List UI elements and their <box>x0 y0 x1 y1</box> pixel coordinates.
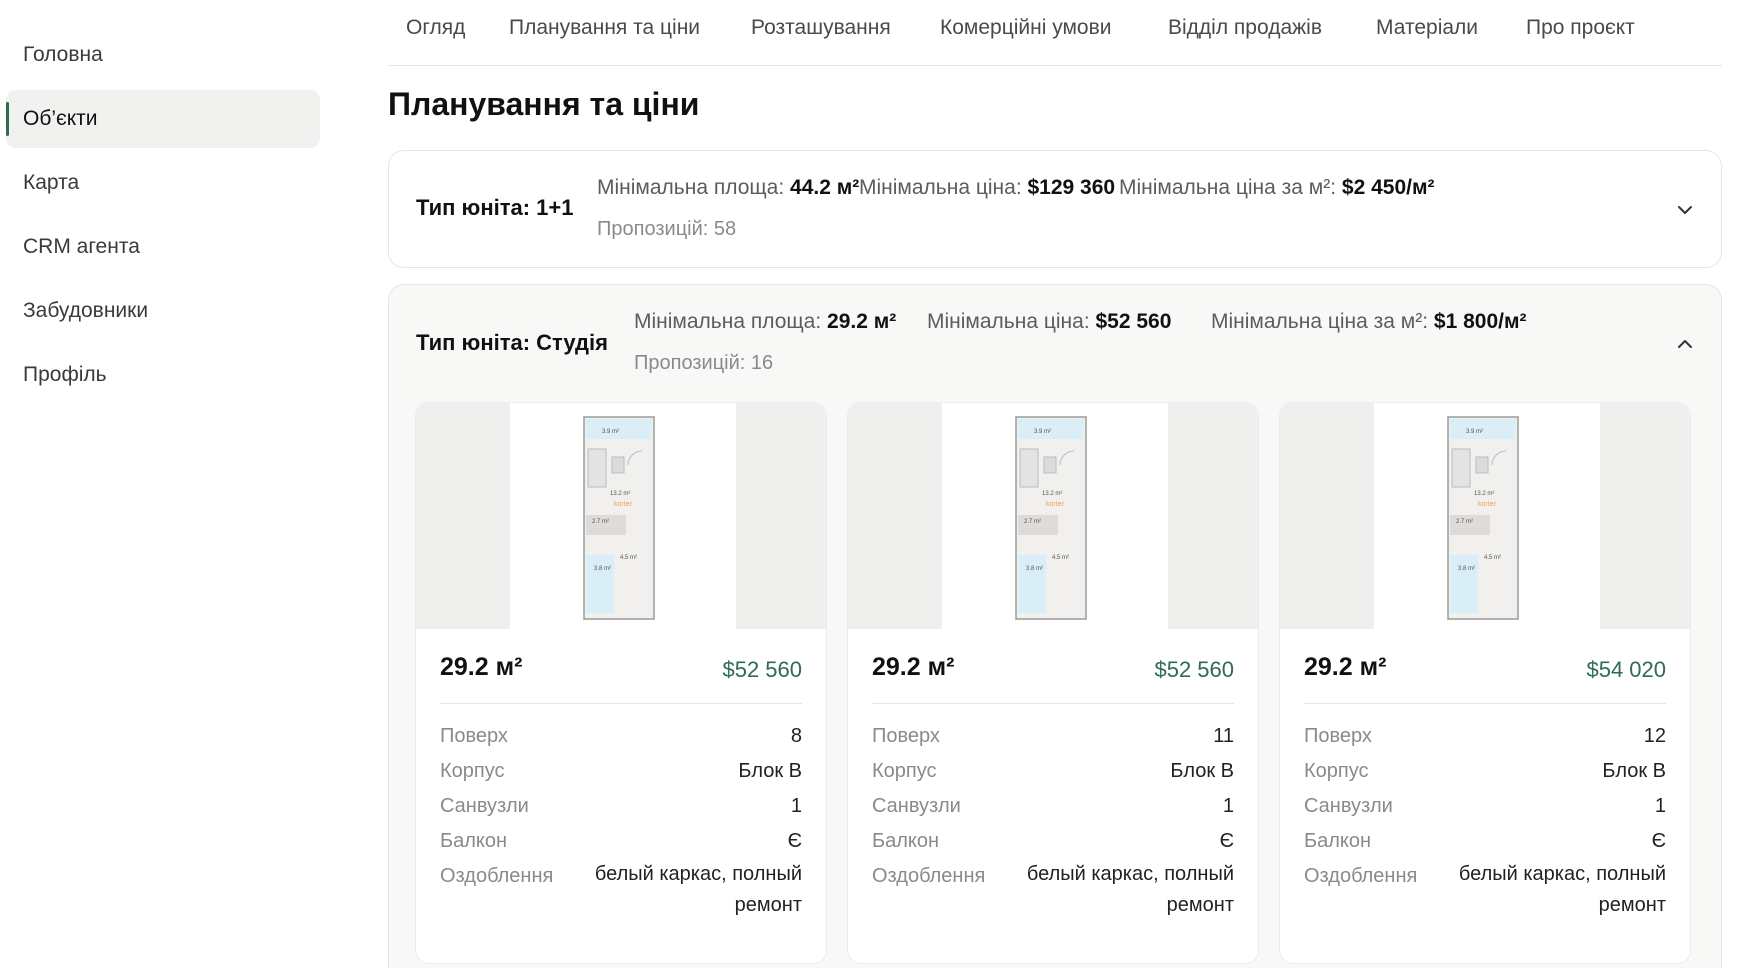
svg-text:4.5 m²: 4.5 m² <box>1484 555 1501 561</box>
svg-text:4.5 m²: 4.5 m² <box>1052 555 1069 561</box>
svg-text:3.9 m²: 3.9 m² <box>1466 429 1483 435</box>
divider <box>1304 703 1666 704</box>
floor-plan-drawing: 3.9 m² 13.2 m² korter 2.7 m² 3.8 m² 4.5 … <box>1447 416 1519 620</box>
tab-commercial-terms[interactable]: Комерційні умови <box>940 16 1112 40</box>
svg-text:korter: korter <box>614 501 633 508</box>
floor-plan-drawing: 3.9 m² 13.2 m² korter 2.7 m² 3.8 m² 4.5 … <box>583 416 655 620</box>
unit-price: $54 020 <box>1586 657 1666 682</box>
floor-plan-drawing: 3.9 m² 13.2 m² korter 2.7 m² 3.8 m² 4.5 … <box>1015 416 1087 620</box>
sidebar-item-label: Карта <box>23 171 80 194</box>
page-title: Планування та ціни <box>388 86 700 122</box>
sidebar-item-profile[interactable]: Профіль <box>6 346 320 404</box>
sidebar-item-label: Об’єкти <box>23 107 98 130</box>
unit-area: 29.2 м² <box>1304 653 1387 681</box>
unit-area: 29.2 м² <box>440 653 523 681</box>
chevron-down-icon[interactable] <box>1677 202 1693 218</box>
min-price: Мінімальна ціна: $52 560 <box>927 310 1172 333</box>
sidebar-item-label: CRM агента <box>23 235 140 258</box>
min-price: Мінімальна ціна: $129 360 <box>859 176 1116 199</box>
divider <box>872 703 1234 704</box>
svg-text:13.2 m²: 13.2 m² <box>1042 491 1062 497</box>
svg-text:13.2 m²: 13.2 m² <box>610 491 630 497</box>
sidebar-item-label: Головна <box>23 43 103 66</box>
unit-card[interactable]: 3.9 m² 13.2 m² korter 2.7 m² 3.8 m² 4.5 … <box>847 402 1259 964</box>
floor-plan-image: 3.9 m² 13.2 m² korter 2.7 m² 3.8 m² 4.5 … <box>1280 403 1690 629</box>
unit-card[interactable]: 3.9 m² 13.2 m² korter 2.7 m² 3.8 m² 4.5 … <box>1279 402 1691 964</box>
sidebar-item-label: Забудовники <box>23 299 149 322</box>
unit-area: 29.2 м² <box>872 653 955 681</box>
unit-type-accordion[interactable]: Тип юніта: 1+1 Мінімальна площа: 44.2 м²… <box>388 150 1722 268</box>
svg-text:4.5 m²: 4.5 m² <box>620 555 637 561</box>
svg-text:3.8 m²: 3.8 m² <box>1026 566 1043 572</box>
sidebar-item-developers[interactable]: Забудовники <box>6 282 320 340</box>
svg-text:korter: korter <box>1478 501 1497 508</box>
tab-about-project[interactable]: Про проєкт <box>1526 16 1635 40</box>
sidebar: Головна Об’єкти Карта CRM агента Забудов… <box>0 0 330 968</box>
divider <box>440 703 802 704</box>
sidebar-item-label: Профіль <box>23 363 107 386</box>
svg-text:2.7 m²: 2.7 m² <box>1456 519 1473 525</box>
min-price-per-m2: Мінімальна ціна за м²: $1 800/м² <box>1211 310 1527 333</box>
sidebar-item-map[interactable]: Карта <box>6 154 320 212</box>
svg-text:2.7 m²: 2.7 m² <box>1024 519 1041 525</box>
unit-card[interactable]: 3.9 m² 13.2 m² korter 2.7 m² 3.8 m² 4.5 … <box>415 402 827 964</box>
unit-type-title: Тип юніта: Студія <box>416 330 608 355</box>
svg-text:2.7 m²: 2.7 m² <box>592 519 609 525</box>
tab-materials[interactable]: Матеріали <box>1376 16 1478 40</box>
svg-text:13.2 m²: 13.2 m² <box>1474 491 1494 497</box>
unit-price: $52 560 <box>722 657 802 682</box>
svg-text:3.9 m²: 3.9 m² <box>1034 429 1051 435</box>
floor-plan-image: 3.9 m² 13.2 m² korter 2.7 m² 3.8 m² 4.5 … <box>416 403 826 629</box>
tab-plans-prices[interactable]: Планування та ціни <box>509 16 700 40</box>
section-tabs: Огляд Планування та ціни Розташування Ко… <box>388 0 1722 66</box>
min-area: Мінімальна площа: 44.2 м² <box>597 176 860 199</box>
chevron-up-icon[interactable] <box>1677 336 1693 352</box>
min-price-per-m2: Мінімальна ціна за м²: $2 450/м² <box>1119 176 1435 199</box>
sidebar-item-objects[interactable]: Об’єкти <box>6 90 320 148</box>
offers-count: Пропозицій: 16 <box>634 352 774 374</box>
svg-text:3.9 m²: 3.9 m² <box>602 429 619 435</box>
unit-price: $52 560 <box>1154 657 1234 682</box>
svg-text:3.8 m²: 3.8 m² <box>594 566 611 572</box>
offers-count: Пропозицій: 58 <box>597 218 737 240</box>
sidebar-item-home[interactable]: Головна <box>6 26 320 84</box>
svg-text:3.8 m²: 3.8 m² <box>1458 566 1475 572</box>
tab-sales-department[interactable]: Відділ продажів <box>1168 16 1322 40</box>
floor-plan-image: 3.9 m² 13.2 m² korter 2.7 m² 3.8 m² 4.5 … <box>848 403 1258 629</box>
sidebar-item-crm[interactable]: CRM агента <box>6 218 320 276</box>
svg-text:korter: korter <box>1046 501 1065 508</box>
tab-overview[interactable]: Огляд <box>406 16 465 40</box>
unit-type-title: Тип юніта: 1+1 <box>416 195 574 220</box>
min-area: Мінімальна площа: 29.2 м² <box>634 310 897 333</box>
tab-location[interactable]: Розташування <box>751 16 891 40</box>
